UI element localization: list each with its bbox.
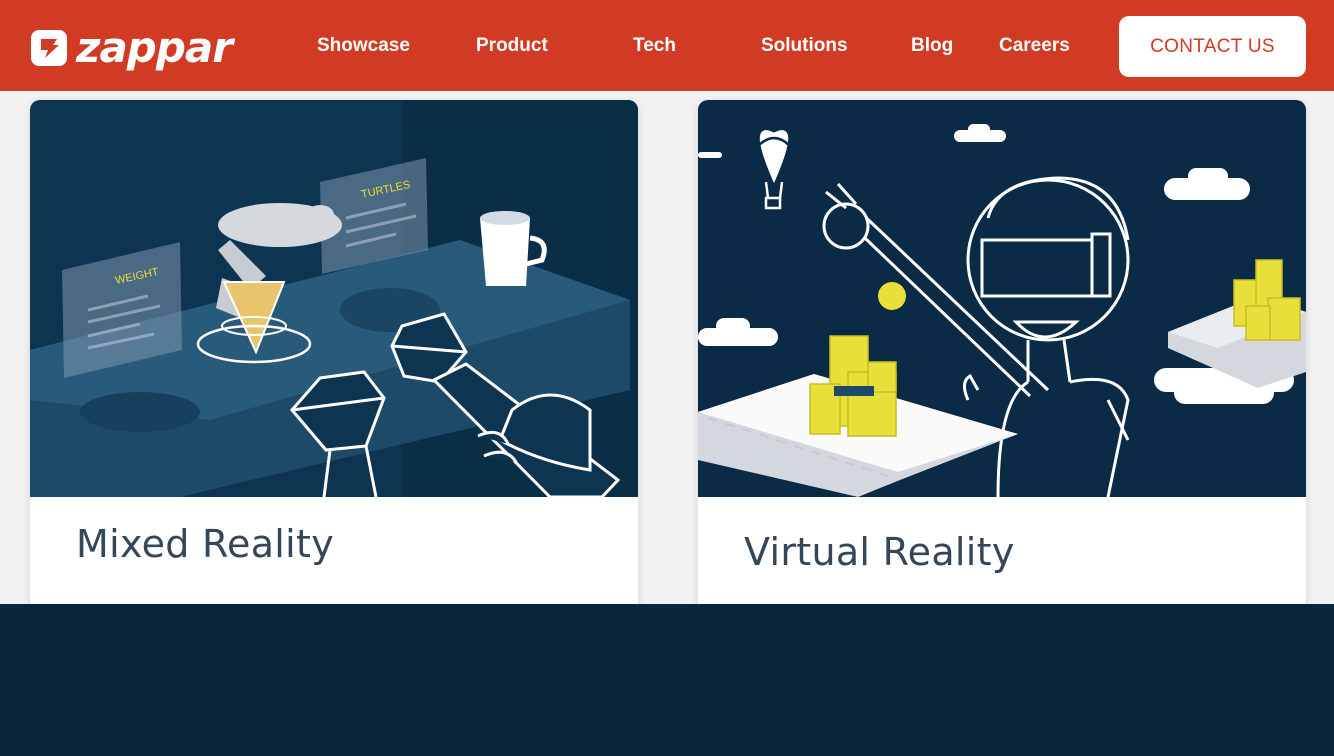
nav-item-tech[interactable]: Tech bbox=[633, 35, 676, 57]
nav-item-careers[interactable]: Careers bbox=[999, 35, 1070, 57]
nav-item-blog[interactable]: Blog bbox=[911, 35, 953, 57]
contact-us-button[interactable]: CONTACT US bbox=[1119, 16, 1306, 77]
zappar-logo-icon bbox=[31, 30, 67, 66]
brand-logo[interactable]: zappar bbox=[30, 23, 233, 72]
card-title-virtual-reality: Virtual Reality bbox=[744, 530, 1015, 574]
nav-item-product[interactable]: Product bbox=[476, 35, 548, 57]
footer-band bbox=[0, 604, 1334, 756]
brand-name: zappar bbox=[76, 23, 233, 72]
card-mixed-reality[interactable]: WEIGHT TURTLES Mixed Reality bbox=[30, 100, 638, 620]
nav-item-showcase[interactable]: Showcase bbox=[317, 35, 410, 57]
virtual-reality-illustration bbox=[698, 100, 1306, 497]
mixed-reality-illustration: WEIGHT TURTLES bbox=[30, 100, 638, 497]
card-virtual-reality[interactable]: Virtual Reality bbox=[698, 100, 1306, 620]
site-header: zappar Showcase Product Tech Solutions B… bbox=[0, 0, 1334, 91]
nav-item-solutions[interactable]: Solutions bbox=[761, 35, 848, 57]
card-title-mixed-reality: Mixed Reality bbox=[76, 522, 335, 566]
